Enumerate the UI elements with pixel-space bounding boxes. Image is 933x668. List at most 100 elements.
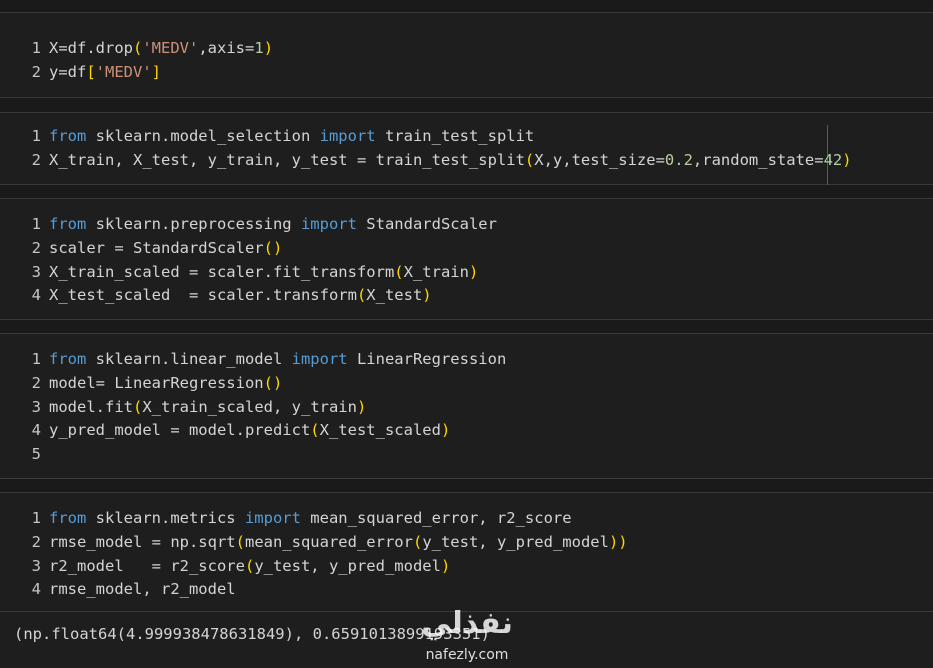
code-token: )) xyxy=(608,532,628,551)
code-line[interactable]: 3 model.fit(X_train_scaled, y_train) xyxy=(0,395,367,419)
code-line[interactable]: 1 from sklearn.model_selection import tra… xyxy=(0,124,535,148)
code-token: ) xyxy=(440,556,451,575)
code-token: ( xyxy=(310,421,320,440)
code-line[interactable]: 4 y_pred_model = model.predict(X_test_sca… xyxy=(0,418,451,442)
code-token: X_test xyxy=(366,286,423,305)
line-number: 5 xyxy=(31,445,41,464)
code-token: sklearn.model_selection xyxy=(86,127,320,145)
line-number: 3 xyxy=(31,397,41,416)
code-token: ( xyxy=(244,556,255,575)
code-token: ) xyxy=(842,150,852,169)
code-line[interactable]: 1 from sklearn.metrics import mean_square… xyxy=(0,506,572,530)
code-token: X_train_scaled = scaler.fit_transform xyxy=(49,262,395,281)
code-token: sklearn.linear_model xyxy=(86,350,292,368)
cell-separator xyxy=(0,479,933,492)
code-token: X_test_scaled xyxy=(319,421,441,440)
cell-separator xyxy=(0,98,933,112)
code-token: from xyxy=(49,127,87,145)
code-token: () xyxy=(263,373,283,392)
code-token: y_test, y_pred_model xyxy=(254,556,441,575)
code-token: 1 xyxy=(254,39,264,57)
code-token: from xyxy=(49,215,87,233)
code-token: import xyxy=(300,215,357,233)
code-token: model= LinearRegression xyxy=(49,373,264,392)
code-token: ( xyxy=(412,532,423,551)
watermark-url-text: nafezly.com xyxy=(425,647,509,663)
code-line[interactable]: 4 X_test_scaled = scaler.transform(X_test… xyxy=(0,283,432,307)
code-token: from xyxy=(49,509,87,527)
code-token: [ xyxy=(86,62,96,81)
code-token: ) xyxy=(422,286,432,305)
code-token: ( xyxy=(133,397,143,416)
code-line[interactable]: 4 rmse_model, r2_model xyxy=(0,577,236,601)
code-token: sklearn.metrics xyxy=(86,509,245,527)
line-number: 3 xyxy=(31,262,41,281)
line-number: 1 xyxy=(31,39,41,57)
code-token: ( xyxy=(235,532,245,551)
line-number: 1 xyxy=(31,350,41,368)
cell-separator xyxy=(0,0,933,12)
code-token: X_test_scaled = scaler.transform xyxy=(49,286,357,305)
code-line[interactable]: 2 rmse_model = np.sqrt(mean_squared_error… xyxy=(0,530,628,554)
code-token: 'MEDV' xyxy=(95,62,152,81)
line-number: 2 xyxy=(31,238,41,257)
code-token: mean_squared_error, r2_score xyxy=(300,509,572,527)
code-line[interactable]: 2 model= LinearRegression() xyxy=(0,371,283,395)
line-number: 1 xyxy=(31,127,41,145)
code-token: 'MEDV' xyxy=(142,39,199,57)
code-token: y=df xyxy=(49,62,87,81)
line-number: 3 xyxy=(31,556,41,575)
code-token: train_test_split xyxy=(375,127,535,145)
code-token: X,y,test_size= xyxy=(534,150,665,169)
line-number: 4 xyxy=(31,580,41,599)
code-token: scaler = StandardScaler xyxy=(49,238,264,257)
code-token: ) xyxy=(263,39,274,57)
code-token: 42 xyxy=(823,150,843,169)
code-token: ) xyxy=(356,397,367,416)
code-token: 0.2 xyxy=(664,150,693,169)
code-token: rmse_model = np.sqrt xyxy=(49,532,236,551)
line-number: 2 xyxy=(31,373,41,392)
code-token: ) xyxy=(468,262,479,281)
code-token: model.fit xyxy=(49,397,133,416)
code-line[interactable]: 3 X_train_scaled = scaler.fit_transform(X… xyxy=(0,260,479,284)
cell-output: (np.float64(4.999938478631849), 0.659101… xyxy=(14,625,490,643)
code-token: ) xyxy=(440,421,451,440)
code-line[interactable]: 1 from sklearn.preprocessing import Stand… xyxy=(0,212,497,236)
code-token: y_test, y_pred_model xyxy=(422,532,609,551)
code-token: import xyxy=(244,509,301,527)
code-token: X_train, X_test, y_train, y_test = train… xyxy=(49,150,525,169)
line-number: 2 xyxy=(31,62,41,81)
code-token: () xyxy=(263,238,283,257)
line-number: 2 xyxy=(31,150,41,169)
code-line[interactable]: 2 X_train, X_test, y_train, y_test = trai… xyxy=(0,148,852,172)
code-token: X_train xyxy=(403,262,469,281)
code-token: X=df.drop xyxy=(49,39,133,57)
code-token: ( xyxy=(356,286,367,305)
line-number: 4 xyxy=(31,286,41,305)
code-token: ( xyxy=(524,150,535,169)
code-token: ( xyxy=(394,262,404,281)
cell-separator xyxy=(0,320,933,333)
line-number: 1 xyxy=(31,215,41,233)
code-token: ] xyxy=(151,62,162,81)
cell-separator xyxy=(0,185,933,198)
line-number: 2 xyxy=(31,532,41,551)
code-line[interactable]: 1 X=df.drop('MEDV',axis=1) xyxy=(0,36,273,60)
code-token: rmse_model, r2_model xyxy=(49,580,236,599)
code-token: r2_model = r2_score xyxy=(49,556,245,575)
code-line[interactable]: 2 scaler = StandardScaler() xyxy=(0,236,283,260)
code-token: StandardScaler xyxy=(356,215,497,233)
line-number: 1 xyxy=(31,509,41,527)
code-line[interactable]: 2 y=df['MEDV'] xyxy=(0,60,161,84)
code-token: import xyxy=(319,127,376,145)
code-line[interactable]: 3 r2_model = r2_score(y_test, y_pred_mode… xyxy=(0,554,451,578)
code-token: mean_squared_error xyxy=(244,532,413,551)
code-line[interactable]: 1 from sklearn.linear_model import Linear… xyxy=(0,347,507,371)
code-token: ( xyxy=(133,39,143,57)
code-token: ,random_state= xyxy=(692,150,824,169)
code-token: from xyxy=(49,350,87,368)
code-token: import xyxy=(291,350,348,368)
code-token: ,axis= xyxy=(198,39,255,57)
code-line[interactable]: 5 xyxy=(0,442,49,466)
